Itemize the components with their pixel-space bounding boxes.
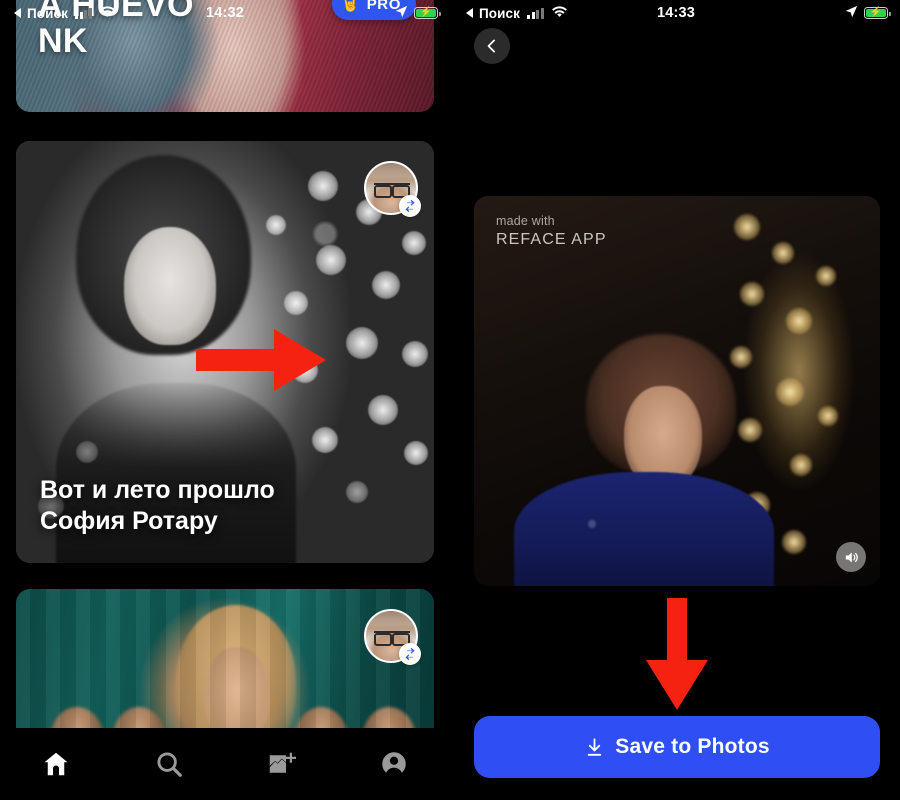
glasses-icon [374, 183, 410, 198]
status-bar-right: Поиск 14:33 ⚡ [452, 0, 900, 26]
download-icon [588, 737, 602, 756]
result-video-player[interactable]: made with REFACE APP [474, 196, 880, 586]
battery-charging-icon: ⚡ [414, 7, 441, 19]
right-phone-screen: Поиск 14:33 ⚡ made with REFACE APP Save … [450, 0, 900, 800]
avatar-hair [366, 611, 416, 625]
caption-line1: Вот и лето прошло [40, 476, 275, 504]
home-icon [44, 752, 68, 776]
watermark-line1: made with [496, 214, 555, 228]
status-bar-left: Поиск 14:32 ⚡ [0, 0, 450, 26]
watermark-line2: REFACE APP [496, 230, 607, 248]
back-button[interactable] [474, 28, 510, 64]
left-phone-screen: A HUEVO NK 🤘 PRO Вот и лето прошло София… [0, 0, 450, 800]
status-bar-time: 14:33 [656, 5, 696, 21]
tab-home[interactable] [0, 728, 113, 800]
tab-search[interactable] [113, 728, 226, 800]
save-button-label: Save to Photos [615, 735, 770, 758]
glasses-icon [374, 631, 410, 646]
save-to-photos-button[interactable]: Save to Photos [474, 716, 880, 778]
face-swap-badge-icon [399, 195, 421, 217]
red-right-arrow-annotation [196, 329, 326, 396]
battery-charging-icon: ⚡ [864, 7, 891, 19]
feed-list[interactable]: A HUEVO NK 🤘 PRO Вот и лето прошло София… [0, 0, 450, 800]
result-dress-shape [514, 472, 774, 586]
caption-line2: София Ротару [40, 507, 218, 535]
reface-watermark: made with REFACE APP [496, 214, 607, 250]
tab-profile[interactable] [338, 728, 451, 800]
avatar-hair [366, 163, 416, 177]
avatar[interactable] [364, 609, 421, 665]
chevron-left-icon [487, 39, 495, 53]
card-title-line2: NK [38, 21, 88, 60]
sound-toggle-button[interactable] [836, 542, 866, 572]
search-icon [157, 752, 182, 777]
tab-add-photo[interactable] [225, 728, 338, 800]
status-bar-time: 14:32 [205, 5, 245, 21]
tab-bar[interactable] [0, 728, 450, 800]
avatar[interactable] [364, 161, 421, 217]
dual-screenshot-container: A HUEVO NK 🤘 PRO Вот и лето прошло София… [0, 0, 900, 800]
add-photo-icon [270, 752, 297, 773]
card-caption-sofia: Вот и лето прошло София Ротару [40, 475, 275, 537]
speaker-on-icon [845, 552, 858, 562]
red-down-arrow-annotation [646, 598, 708, 715]
profile-icon [382, 752, 406, 777]
face-swap-badge-icon [399, 643, 421, 665]
